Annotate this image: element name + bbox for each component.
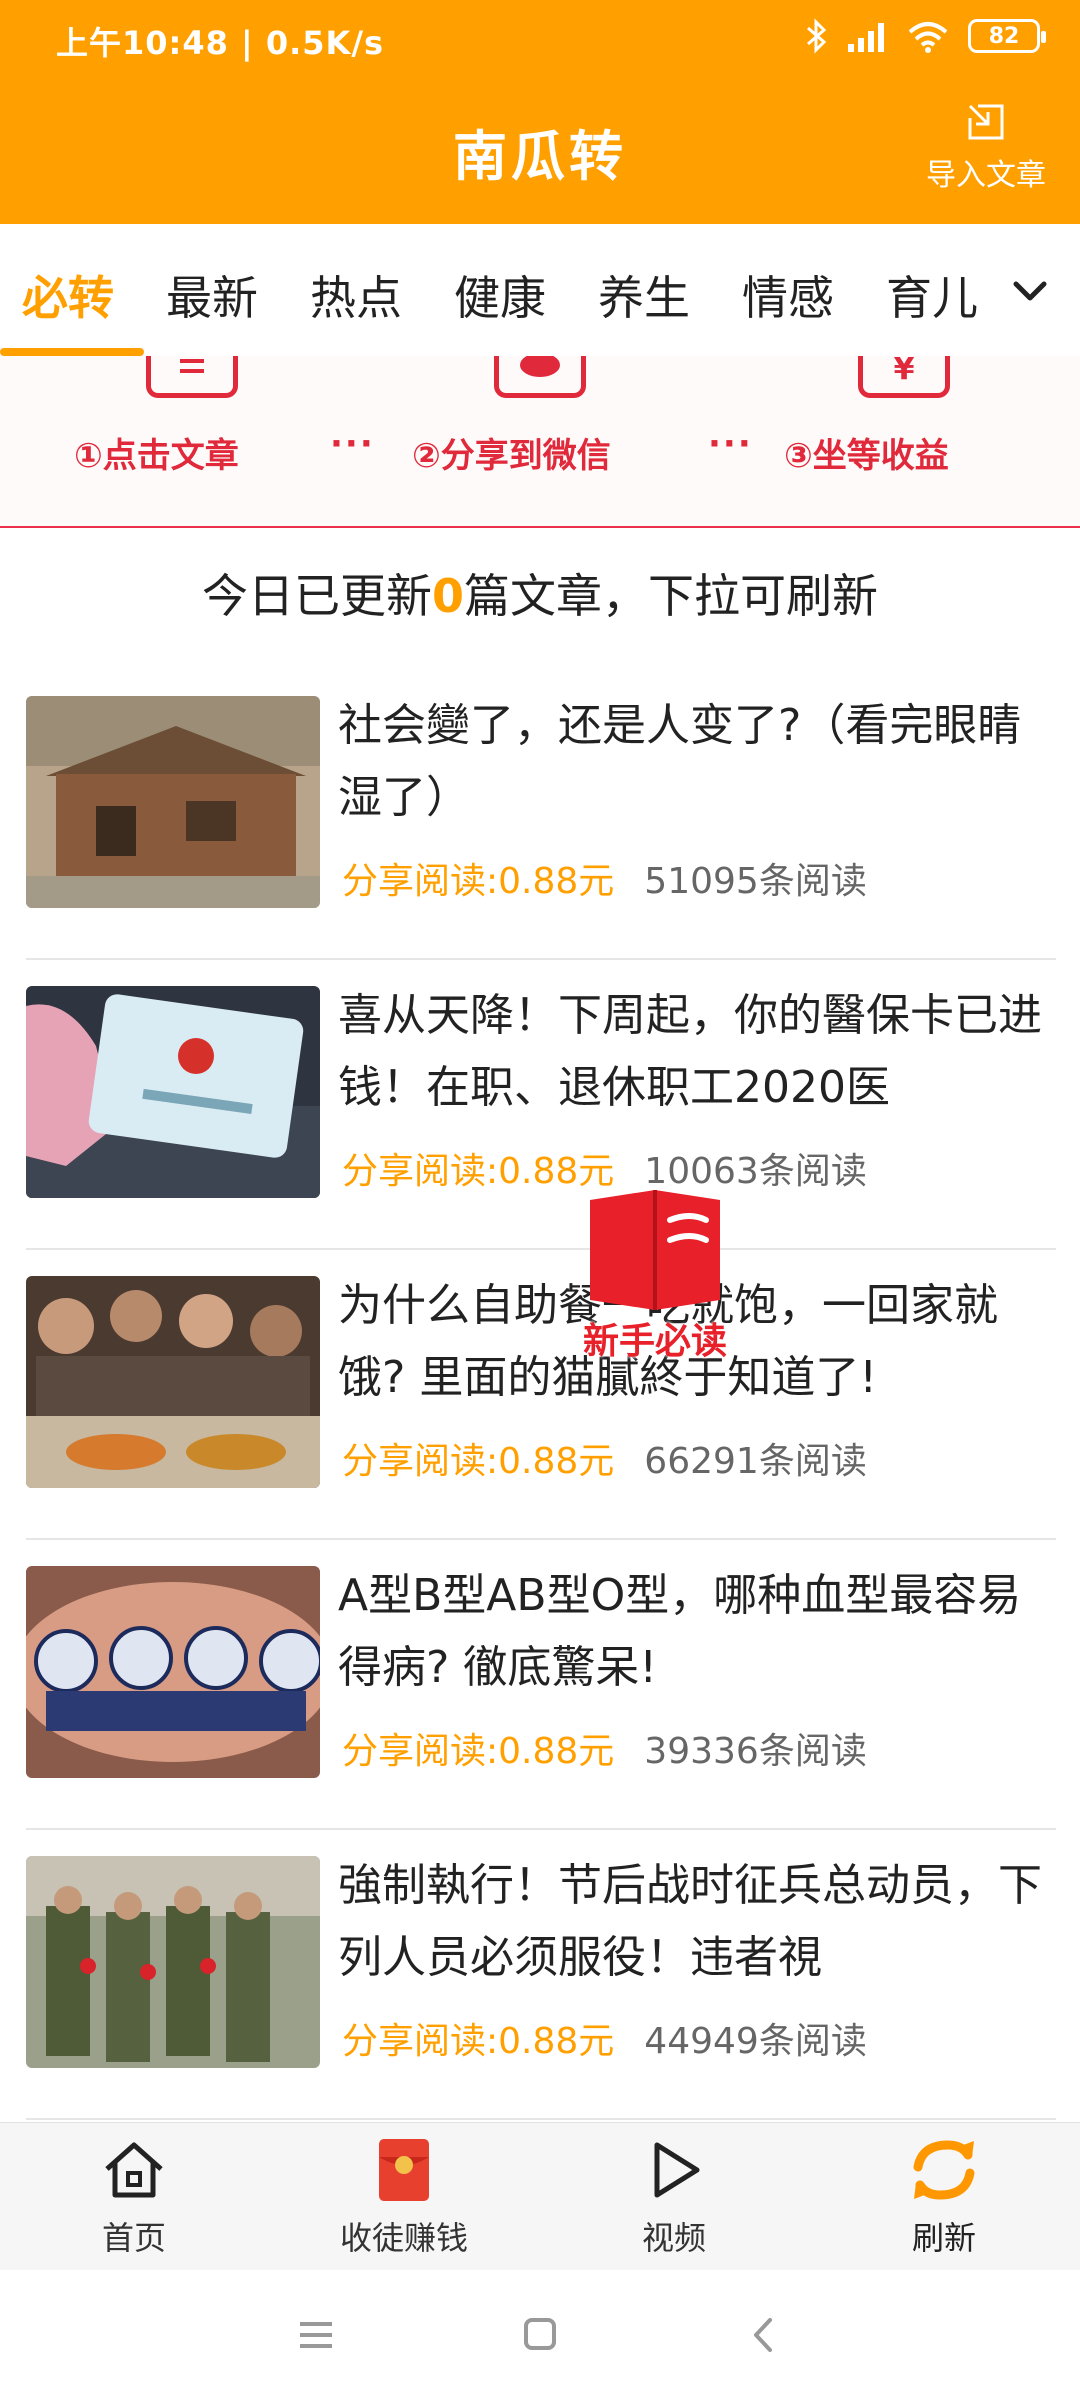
tab-emotion[interactable]: 情感 [742, 262, 834, 328]
article-item[interactable]: A型B型AB型O型，哪种血型最容易得病? 徹底驚呆! 分享阅读:0.88元 393… [26, 1540, 1056, 1830]
article-meta: 分享阅读:0.88元 66291条阅读 [342, 1432, 867, 1484]
battery-level: 82 [988, 23, 1020, 49]
read-count: 44949条阅读 [644, 2021, 867, 2062]
how-to-earn-banner[interactable]: ¥ ①点击文章 ··· ②分享到微信 ··· ③坐等收益 [0, 356, 1080, 528]
status-bar: 上午10:48 | 0.5K/s 82 [0, 0, 1080, 80]
import-icon [968, 104, 1004, 140]
tab-must-share[interactable]: 必转 [22, 262, 114, 328]
article-meta: 分享阅读:0.88元 44949条阅读 [342, 2012, 867, 2064]
tab-health[interactable]: 健康 [454, 262, 546, 328]
nav-recruit-label: 收徒赚钱 [339, 2219, 468, 2257]
banner-separator-1: ··· [330, 424, 375, 464]
update-notice: 今日已更新0篇文章，下拉可刷新 [0, 560, 1080, 626]
tab-parenting[interactable]: 育儿 [886, 262, 978, 328]
article-item[interactable]: 为什么自助餐一吃就饱，一回家就饿? 里面的猫膩終于知道了! 分享阅读:0.88元… [26, 1250, 1056, 1540]
import-article-label: 导入文章 [926, 158, 1046, 193]
wifi-icon [908, 22, 948, 53]
read-count: 39336条阅读 [644, 1731, 867, 1772]
social-security-card-image [26, 986, 320, 1198]
chevron-down-icon[interactable] [1002, 264, 1058, 320]
system-navigation-bar [0, 2270, 1080, 2400]
nav-recruit[interactable]: 收徒赚钱 [304, 2135, 504, 2259]
beginner-guide-button[interactable]: 新手必读 [580, 1180, 730, 1362]
notice-count: 0 [431, 569, 464, 623]
refresh-icon [913, 2140, 975, 2200]
bottom-navigation: 首页 收徒赚钱 视频 刷新 [0, 2122, 1080, 2270]
yuan-symbol: ¥ [893, 356, 915, 387]
banner-step-1: ①点击文章 [74, 436, 239, 476]
article-item[interactable]: 喜从天降！下周起，你的醫保卡已进钱！在职、退休职工2020医 分享阅读:0.88… [26, 960, 1056, 1250]
nav-refresh[interactable]: 刷新 [844, 2135, 1044, 2259]
buffet-crowd-image [26, 1276, 320, 1488]
nav-home[interactable]: 首页 [34, 2135, 234, 2259]
old-house-image [26, 696, 320, 908]
article-title: A型B型AB型O型，哪种血型最容易得病? 徹底驚呆! [338, 1570, 1022, 1693]
share-price: 分享阅读:0.88元 [342, 861, 615, 902]
blood-type-image [26, 1566, 320, 1778]
article-item[interactable]: 社会變了，还是人变了?（看完眼睛湿了） 分享阅读:0.88元 51095条阅读 [26, 670, 1056, 960]
home-icon [105, 2142, 163, 2198]
nav-home-label: 首页 [101, 2219, 166, 2257]
article-title: 強制執行！节后战时征兵总动员，下列人员必须服役！违者視 [338, 1860, 1042, 1983]
article-meta: 分享阅读:0.88元 51095条阅读 [342, 852, 867, 904]
home-square-icon[interactable] [510, 2310, 570, 2360]
read-count: 66291条阅读 [644, 1441, 867, 1482]
tab-hot[interactable]: 热点 [310, 262, 402, 328]
banner-separator-2: ··· [708, 424, 753, 464]
beginner-guide-label: 新手必读 [582, 1321, 727, 1362]
nav-video-label: 视频 [641, 2219, 706, 2257]
signal-icon [848, 23, 884, 52]
share-price: 分享阅读:0.88元 [342, 2021, 615, 2062]
bluetooth-icon [807, 18, 827, 54]
read-count: 51095条阅读 [644, 861, 867, 902]
banner-step-2: ②分享到微信 [412, 436, 611, 476]
tab-latest[interactable]: 最新 [166, 262, 258, 328]
article-item[interactable]: 強制執行！节后战时征兵总动员，下列人员必须服役！违者視 分享阅读:0.88元 44… [26, 1830, 1056, 2120]
banner-step-3: ③坐等收益 [784, 436, 949, 476]
book-icon [590, 1190, 720, 1310]
share-price: 分享阅读:0.88元 [342, 1441, 615, 1482]
play-icon [654, 2142, 700, 2198]
active-tab-indicator [0, 348, 144, 356]
share-price: 分享阅读:0.88元 [342, 1151, 615, 1192]
nav-video[interactable]: 视频 [574, 2135, 774, 2259]
back-icon[interactable] [734, 2310, 794, 2360]
chat-bubble-icon [494, 356, 586, 398]
notice-prefix: 今日已更新 [201, 569, 432, 623]
menu-icon[interactable] [286, 2310, 346, 2360]
nav-refresh-label: 刷新 [911, 2219, 976, 2257]
yuan-icon: ¥ [858, 356, 950, 398]
article-title: 喜从天降！下周起，你的醫保卡已进钱！在职、退休职工2020医 [338, 990, 1042, 1113]
status-icons: 82 [804, 18, 1046, 54]
battery-indicator: 82 [968, 19, 1046, 53]
article-title: 社会變了，还是人变了?（看完眼睛湿了） [338, 700, 1022, 823]
category-tabs: 必转 最新 热点 健康 养生 情感 育儿 [0, 224, 1080, 356]
share-price: 分享阅读:0.88元 [342, 1731, 615, 1772]
article-meta: 分享阅读:0.88元 39336条阅读 [342, 1722, 867, 1774]
red-envelope-icon [379, 2139, 429, 2201]
import-article-button[interactable]: 导入文章 [916, 100, 1056, 194]
soldiers-image [26, 1856, 320, 2068]
status-time: 上午10:48 | 0.5K/s [56, 24, 385, 62]
notice-suffix: 篇文章，下拉可刷新 [464, 569, 878, 623]
tab-wellness[interactable]: 养生 [598, 262, 690, 328]
document-icon [146, 356, 238, 398]
